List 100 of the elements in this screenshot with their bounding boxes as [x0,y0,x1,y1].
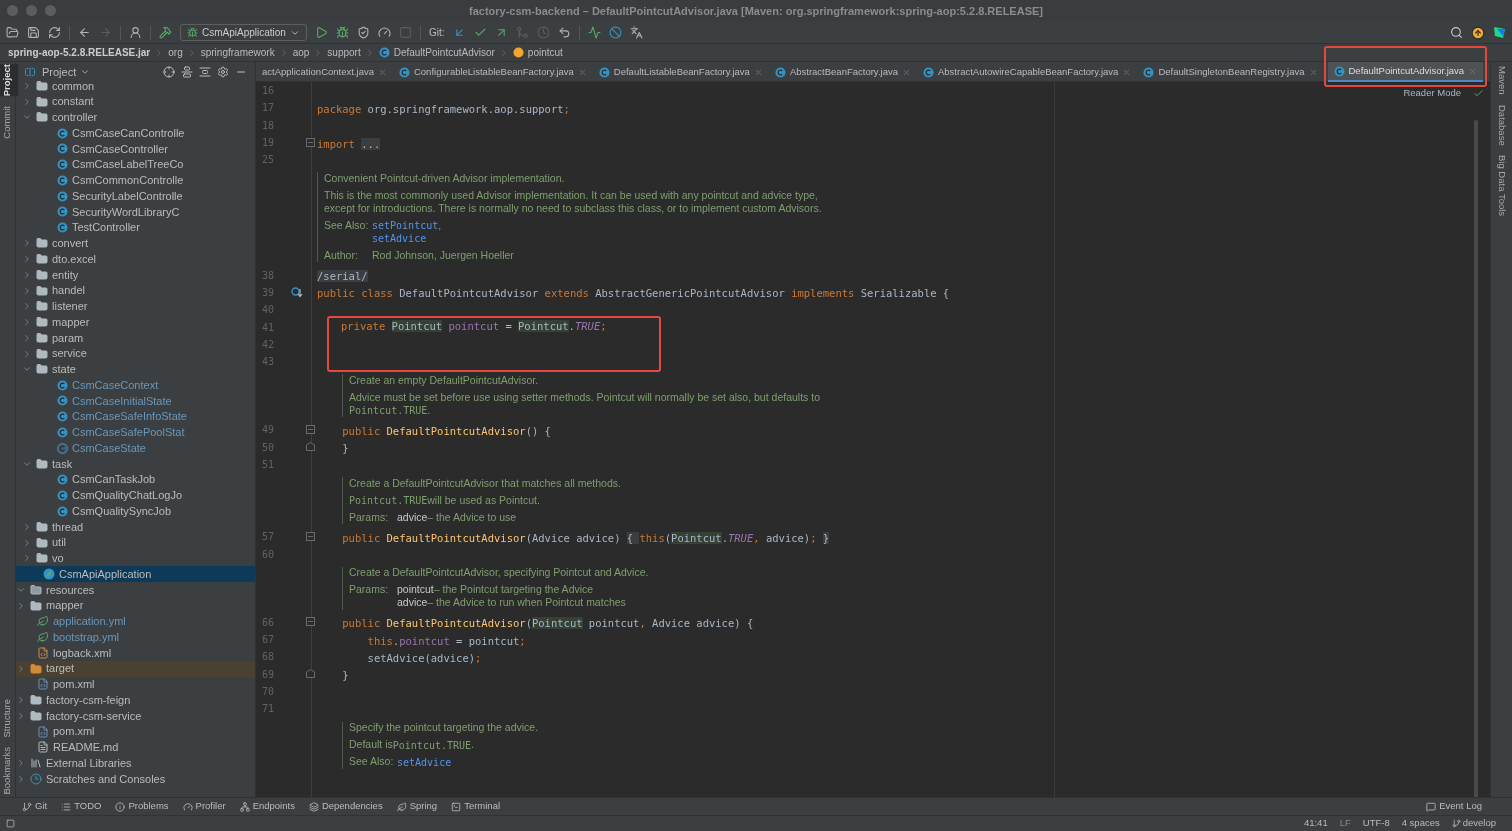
tree-item[interactable]: CsmCaseCanControlle [16,125,255,141]
tree-item[interactable]: param [16,330,255,346]
doc-link[interactable]: setAdvice [397,754,452,770]
collapse-icon[interactable] [181,66,193,78]
search-icon[interactable] [1450,26,1463,39]
tree-item[interactable]: TestController [16,219,255,236]
chevron-right-icon[interactable] [22,537,32,548]
tree-item[interactable]: bootstrap.yml [16,629,255,645]
editor-tab[interactable]: actApplicationContext.java [256,62,393,82]
tree-item[interactable]: CsmQualityChatLogJo [16,487,255,504]
tool-window-button[interactable]: Git [22,799,48,814]
tree-item[interactable]: README.md [16,739,255,756]
tree-item[interactable]: task [16,456,255,472]
event-log-button[interactable]: Event Log [1426,799,1482,814]
chevron-right-icon[interactable] [16,710,26,721]
tree-item[interactable]: CsmCommonControlle [16,172,255,189]
sync-icon[interactable] [48,26,61,39]
tree-item[interactable]: vo [16,550,255,567]
tool-window-tab[interactable]: Big Data Tools [1494,155,1509,217]
fold-icon[interactable] [306,531,315,541]
close-icon[interactable] [577,67,587,77]
tree-item[interactable]: mapper [16,597,255,614]
tool-window-button[interactable]: Problems [115,799,169,814]
editor-tab[interactable]: AbstractBeanFactory.java [768,62,917,82]
tree-item[interactable]: state [16,361,255,378]
tree-item[interactable]: pom.xml [16,676,255,693]
breadcrumb-item[interactable]: support [327,45,361,60]
tree-item[interactable]: logback.xml [16,645,255,661]
tool-window-button[interactable]: Profiler [182,799,226,814]
window-control[interactable] [45,5,56,16]
tree-item[interactable]: External Libraries [16,755,255,771]
tree-item[interactable]: handel [16,282,255,299]
tree-item[interactable]: controller [16,109,255,126]
fold-icon[interactable] [306,424,315,434]
tree-item[interactable]: CsmQualitySyncJob [16,503,255,519]
chevron-right-icon[interactable] [22,238,32,249]
build-icon[interactable] [159,26,172,39]
tree-item[interactable]: CsmCaseSafePoolStat [16,424,255,441]
breadcrumb-item[interactable]: spring-aop-5.2.8.RELEASE.jar [8,45,151,60]
editor-tab[interactable]: AbstractAutowireCapableBeanFactory.java [916,62,1138,82]
caret-position[interactable]: 41:41 [1303,816,1328,831]
implemented-icon[interactable] [291,286,304,298]
tool-window-tab[interactable]: Maven [1494,66,1509,95]
breadcrumb-item[interactable]: pointcut [527,45,563,60]
expand-icon[interactable] [199,66,211,78]
tool-window-tab[interactable]: Commit [0,106,19,139]
tool-window-button[interactable]: Endpoints [239,799,295,814]
chevron-right-icon[interactable] [16,773,26,784]
tree-item[interactable]: SecurityWordLibraryC [16,204,255,220]
tree-item[interactable]: service [16,345,255,362]
tree-item[interactable]: dto.excel [16,251,255,267]
chevron-right-icon[interactable] [22,301,32,312]
tree-item[interactable]: factory-csm-service [16,708,255,724]
chevron-right-icon[interactable] [22,285,32,296]
close-icon[interactable] [753,67,763,77]
translate-icon[interactable] [629,26,643,39]
line-ending[interactable]: LF [1339,816,1351,831]
breadcrumb-item[interactable]: DefaultPointcutAdvisor [393,45,495,60]
open-icon[interactable] [6,26,19,39]
tree-item[interactable]: CsmCaseState [16,440,255,456]
update-icon[interactable] [1471,25,1485,40]
tool-window-tab[interactable]: Structure [0,698,19,738]
tree-item[interactable]: target [16,660,255,677]
close-icon[interactable] [901,67,911,77]
tree-item[interactable]: constant [16,93,255,110]
chevron-right-icon[interactable] [22,96,32,107]
fold-end-icon[interactable] [306,442,315,452]
tree-item[interactable]: convert [16,235,255,252]
reader-mode-label[interactable]: Reader Mode [1403,86,1461,101]
chevron-right-icon[interactable] [22,521,32,532]
chevron-right-icon[interactable] [22,269,32,280]
tool-window-tab[interactable]: Bookmarks [0,747,19,795]
editor-tab[interactable]: DefaultListableBeanFactory.java [592,62,769,82]
tree-item[interactable]: common [16,78,255,94]
breadcrumb-item[interactable]: springframework [200,45,275,60]
tree-item[interactable]: Scratches and Consoles [16,771,255,787]
editor-tab[interactable]: DefaultSingletonBeanRegistry.java [1137,62,1324,82]
tree-item[interactable]: CsmApiApplication [16,566,255,582]
chevron-right-icon[interactable] [22,348,32,359]
tool-window-button[interactable]: Spring [396,799,438,814]
close-icon[interactable] [1308,67,1318,77]
tree-item[interactable]: thread [16,519,255,535]
breadcrumb-item[interactable]: aop [292,45,310,60]
commit-icon[interactable] [473,26,487,39]
settings-icon[interactable] [217,66,229,78]
project-view-dropdown[interactable]: Project [42,63,91,81]
chevron-right-icon[interactable] [22,317,32,328]
chevron-right-icon[interactable] [16,695,26,706]
fold-end-icon[interactable] [306,669,315,679]
save-icon[interactable] [27,26,40,39]
rollback-icon[interactable] [557,26,571,39]
tree-item[interactable]: SecurityLabelControlle [16,188,255,204]
breadcrumb-item[interactable]: org [168,45,183,60]
tree-item[interactable]: listener [16,298,255,315]
editor-tab[interactable]: ConfigurableListableBeanFactory.java [392,62,593,82]
chevron-right-icon[interactable] [16,758,26,769]
chart-icon[interactable] [587,26,601,39]
tree-item[interactable]: factory-csm-feign [16,692,255,708]
tree-item[interactable]: entity [16,267,255,283]
profile-icon[interactable] [377,26,391,39]
